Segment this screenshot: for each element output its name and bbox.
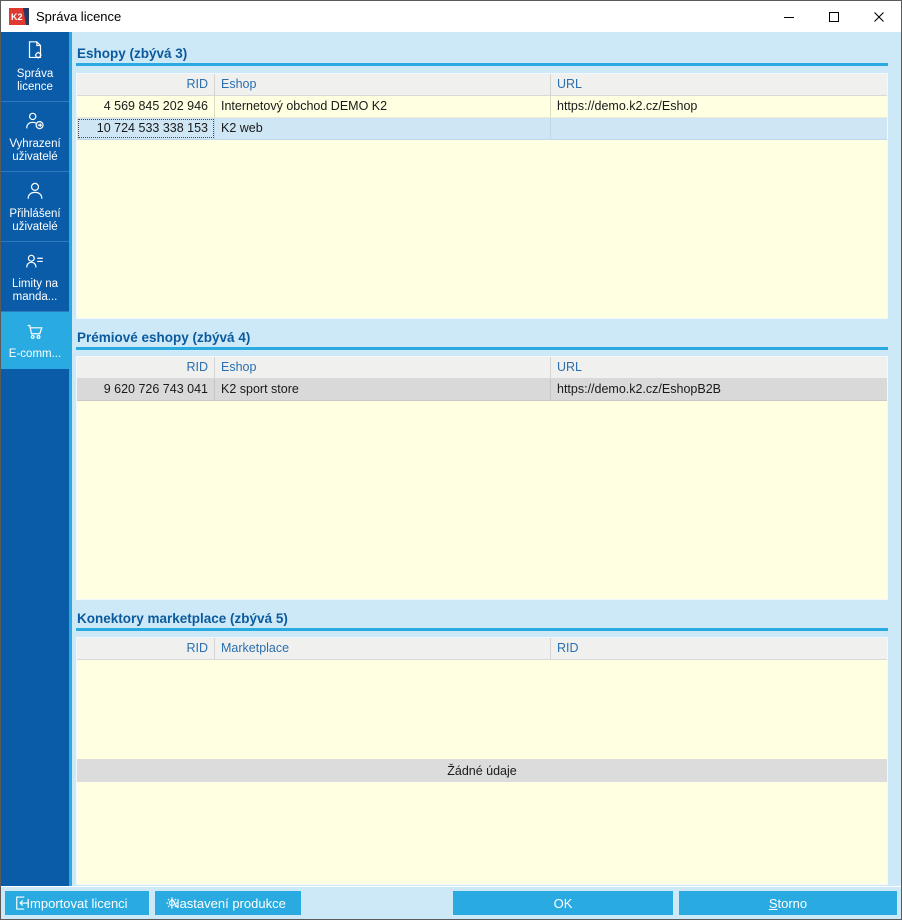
no-data-banner: Žádné údaje: [77, 759, 887, 782]
minimize-button[interactable]: [766, 1, 811, 32]
column-header-url[interactable]: URL: [551, 357, 887, 378]
column-header-url[interactable]: URL: [551, 74, 887, 95]
sidebar-item-label: Vyhrazení: [9, 138, 61, 150]
sidebar-item-vyhrazeni-uzivatele[interactable]: Vyhrazení uživatelé: [1, 102, 69, 172]
sidebar-item-label: Přihlášení: [9, 208, 61, 220]
section-title: Prémiové eshopy (zbývá 4): [77, 330, 251, 345]
sidebar-item-sprava-licence[interactable]: Správa licence: [1, 32, 69, 102]
cell-url: https://demo.k2.cz/Eshop: [557, 99, 698, 113]
user-arrow-icon: [3, 110, 67, 134]
storno-label-mnemonic: S: [768, 895, 778, 911]
cell-rid-focused: 10 724 533 338 153: [77, 118, 215, 139]
column-header-marketplace[interactable]: Marketplace: [215, 638, 551, 659]
ok-label: OK: [553, 895, 573, 911]
storno-button[interactable]: Storno: [679, 891, 897, 915]
table-row-selected[interactable]: 10 724 533 338 153 K2 web: [77, 118, 887, 140]
sidebar-item-label: Správa: [16, 68, 54, 80]
k2-logo-icon: K2: [9, 8, 29, 25]
eshopy-table: RID Eshop URL 4 569 845 202 946 Internet…: [76, 73, 888, 319]
license-document-icon: [3, 40, 67, 64]
cell-url: [551, 118, 887, 139]
sidebar-item-label: E-comm...: [8, 348, 62, 360]
table-header-row: RID Eshop URL: [77, 74, 887, 96]
section-title: Eshopy (zbývá 3): [77, 46, 188, 61]
column-header-rid[interactable]: RID: [77, 357, 215, 378]
user-icon: [3, 180, 67, 204]
sidebar-item-label: Limity na: [11, 278, 59, 290]
gear-icon: [163, 894, 181, 915]
section-header-konektory-marketplace: Konektory marketplace (zbývá 5): [76, 610, 888, 631]
table-row[interactable]: 9 620 726 743 041 K2 sport store https:/…: [77, 379, 887, 401]
sidebar-item-label: uživatelé: [12, 151, 58, 163]
svg-text:K2: K2: [11, 12, 23, 22]
license-manager-window: K2 Správa licence Správa licence Vyhraze…: [0, 0, 902, 920]
sidebar-item-label: licence: [17, 81, 53, 93]
sidebar-item-limity-na-mandanty[interactable]: Limity na manda...: [1, 242, 69, 312]
sidebar-item-label: manda...: [12, 291, 58, 303]
section-header-premiove-eshopy: Prémiové eshopy (zbývá 4): [76, 329, 888, 350]
sidebar-item-prihlaseni-uzivatele[interactable]: Přihlášení uživatelé: [1, 172, 69, 242]
table-empty-area: [77, 782, 887, 884]
column-header-eshop[interactable]: Eshop: [215, 357, 551, 378]
sidebar: Správa licence Vyhrazení uživatelé Přihl…: [1, 32, 72, 886]
column-header-eshop[interactable]: Eshop: [215, 74, 551, 95]
titlebar: K2 Správa licence: [1, 1, 901, 32]
user-list-icon: [3, 250, 67, 274]
column-header-rid-2[interactable]: RID: [551, 638, 887, 659]
footer-bar: Importovat licenci Nastavení produkce OK…: [1, 886, 901, 919]
sidebar-item-label: uživatelé: [12, 221, 58, 233]
import-license-button[interactable]: Importovat licenci: [5, 891, 149, 915]
column-header-rid[interactable]: RID: [77, 74, 215, 95]
cell-url: https://demo.k2.cz/EshopB2B: [557, 382, 721, 396]
storno-label: torno: [777, 895, 808, 911]
ok-button[interactable]: OK: [453, 891, 673, 915]
main-area: Správa licence Vyhrazení uživatelé Přihl…: [1, 32, 901, 886]
section-header-eshopy: Eshopy (zbývá 3): [76, 45, 888, 66]
premiove-eshopy-table: RID Eshop URL 9 620 726 743 041 K2 sport…: [76, 356, 888, 600]
sidebar-item-ecommerce[interactable]: E-comm...: [1, 312, 69, 369]
table-empty-area: [77, 140, 887, 318]
window-title: Správa licence: [36, 9, 122, 24]
close-button[interactable]: [856, 1, 901, 32]
cell-eshop: K2 web: [215, 118, 551, 139]
production-settings-label: Nastavení produkce: [170, 895, 286, 911]
import-license-label: Importovat licenci: [26, 895, 128, 911]
section-title: Konektory marketplace (zbývá 5): [77, 611, 288, 626]
cell-rid: 4 569 845 202 946: [77, 96, 215, 117]
table-row[interactable]: 4 569 845 202 946 Internetový obchod DEM…: [77, 96, 887, 118]
table-empty-area: [77, 401, 887, 599]
table-empty-area: [77, 660, 887, 759]
sidebar-filler: [1, 369, 69, 886]
cell-eshop: Internetový obchod DEMO K2: [215, 96, 551, 117]
cart-icon: [3, 320, 67, 344]
table-header-row: RID Eshop URL: [77, 357, 887, 379]
table-header-row: RID Marketplace RID: [77, 638, 887, 660]
konektory-marketplace-table: RID Marketplace RID Žádné údaje: [76, 637, 888, 885]
production-settings-button[interactable]: Nastavení produkce: [155, 891, 301, 915]
maximize-button[interactable]: [811, 1, 856, 32]
import-icon: [13, 894, 31, 915]
content-area: Eshopy (zbývá 3) RID Eshop URL 4 569 845…: [72, 32, 901, 886]
cell-eshop: K2 sport store: [215, 379, 551, 400]
cell-rid: 9 620 726 743 041: [77, 379, 215, 400]
column-header-rid[interactable]: RID: [77, 638, 215, 659]
